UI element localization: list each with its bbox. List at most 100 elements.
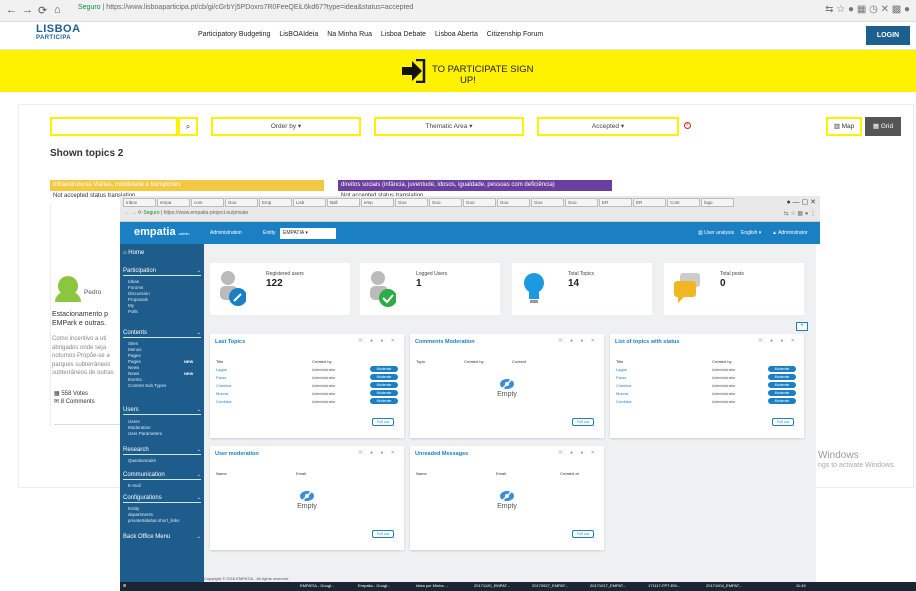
browser-tab[interactable]: empa [157, 198, 190, 207]
sidebar-item-events[interactable]: Events [128, 377, 142, 382]
sidebar-item-news-new[interactable]: News [128, 371, 139, 376]
moderate-button[interactable]: Moderate [768, 382, 796, 388]
panel-controls[interactable]: ⟳ ● ● ✕ [358, 450, 398, 456]
full-list-button[interactable]: Full List [572, 530, 594, 538]
chevron-down-icon[interactable]: ⌄ [197, 268, 201, 274]
topic-title[interactable]: Estacionamento p EMPark e outras. [52, 310, 122, 328]
chevron-down-icon[interactable]: ⌄ [197, 495, 201, 501]
moderate-button[interactable]: Moderate [370, 374, 398, 380]
full-list-button[interactable]: Full List [572, 418, 594, 426]
topic-link[interactable]: Faros [616, 375, 626, 380]
moderate-button[interactable]: Moderate [768, 398, 796, 404]
chevron-down-icon[interactable]: ⌄ [197, 330, 201, 336]
login-button[interactable]: LOGIN [866, 26, 910, 45]
browser-tab[interactable]: com [191, 198, 224, 207]
browser-tab[interactable]: Cont [667, 198, 700, 207]
extension-icons[interactable]: ⇆ ☆ ● ▦ ◷ ✕ ▩ ● [825, 4, 910, 15]
sidebar-item-news[interactable]: News [128, 365, 139, 370]
taskbar-item[interactable]: Empatia - Googl... [358, 583, 390, 588]
browser-tab[interactable]: Goo [531, 198, 564, 207]
topic-link[interactable]: Cordoba [616, 399, 631, 404]
browser-tab[interactable]: emp [361, 198, 394, 207]
sidebar-users[interactable]: Users [123, 407, 201, 415]
browser-tab[interactable]: Goo [463, 198, 496, 207]
taskbar-item[interactable]: 20171017_EMPAT... [590, 583, 626, 588]
browser-tab[interactable]: ER [599, 198, 632, 207]
sidebar-item-discussion[interactable]: Discussion [128, 291, 150, 296]
sidebar-item-pages[interactable]: Pages [128, 353, 141, 358]
reload-icon[interactable]: ⟳ [38, 4, 47, 17]
taskbar-item[interactable]: EMPATIA - Googl... [300, 583, 334, 588]
grid-view-button[interactable]: ▦ Grid [865, 117, 901, 136]
chevron-down-icon[interactable]: ⌄ [197, 407, 201, 413]
home-icon[interactable]: ⌂ [54, 4, 61, 16]
browser-tab[interactable]: Goo [395, 198, 428, 207]
card-category[interactable]: direitos sociais (infância, juventude, i… [338, 180, 612, 191]
browser-tab[interactable]: logo [701, 198, 734, 207]
browser-tab[interactable]: ER [633, 198, 666, 207]
moderate-button[interactable]: Moderate [370, 390, 398, 396]
full-list-button[interactable]: Full List [772, 418, 794, 426]
topic-link[interactable]: Murcia [616, 391, 628, 396]
sidebar-item-content-sub-types[interactable]: Content Sub Types [128, 383, 166, 388]
browser-tab[interactable]: Goo [429, 198, 462, 207]
moderate-button[interactable]: Moderate [370, 382, 398, 388]
sidebar-home[interactable]: ⌂ Home [123, 250, 201, 257]
taskbar-item[interactable]: 20170927_EMPAT... [532, 583, 568, 588]
moderate-button[interactable]: Moderate [768, 366, 796, 372]
sidebar-participation[interactable]: Participation [123, 268, 201, 276]
sidebar-item-questionnaire[interactable]: Questionnaire [128, 458, 156, 463]
sidebar-item-proposals[interactable]: Proposals [128, 297, 148, 302]
nav-participatory-budgeting[interactable]: Participatory Budgeting [198, 31, 270, 38]
topic-link[interactable]: Coimbra [616, 383, 631, 388]
add-widget-button[interactable]: + [796, 322, 808, 331]
empatia-logo[interactable]: empatia admin [134, 226, 190, 238]
full-list-button[interactable]: Full List [372, 418, 394, 426]
sidebar-item-sites[interactable]: Sites [128, 341, 138, 346]
language-select[interactable]: English ▾ [741, 230, 761, 236]
browser-tab[interactable]: Ball [327, 198, 360, 207]
panel-controls[interactable]: ⟳ ● ● ✕ [558, 338, 598, 344]
topic-link[interactable]: Faros [216, 375, 226, 380]
admin-user-menu[interactable]: ▲ Administrator [772, 230, 808, 236]
nav-lisboaideia[interactable]: LisBOAIdeia [279, 31, 318, 38]
moderate-button[interactable]: Moderate [768, 374, 796, 380]
sidebar-item-email[interactable]: E-mail [128, 483, 141, 488]
panel-controls[interactable]: ⟳ ● ● ✕ [758, 338, 798, 344]
sidebar-item-departments[interactable]: departments [128, 512, 153, 517]
sidebar-item-entity[interactable]: Entity [128, 506, 139, 511]
card-category[interactable]: Infraestruturas Viárias, mobilidade e tr… [50, 180, 324, 191]
sidebar-configurations[interactable]: Configurations [123, 495, 201, 503]
browser-tab[interactable]: Goo [565, 198, 598, 207]
topic-link[interactable]: Lagos [616, 367, 627, 372]
signup-banner[interactable]: TO PARTICIPATE SIGN UP! [0, 50, 916, 92]
browser-tab[interactable]: Goo [497, 198, 530, 207]
lisboa-logo[interactable]: LISBOA PARTICIPA [36, 24, 81, 43]
extension-icons[interactable]: ⇆ ☆ ▦ ● ⋮ [784, 210, 816, 217]
taskbar-item[interactable]: 20171004_EMPAT... [706, 583, 742, 588]
sidebar-item-forums[interactable]: Forums [128, 285, 143, 290]
moderate-button[interactable]: Moderate [768, 390, 796, 396]
nav-lisboa-aberta[interactable]: Lisboa Aberta [435, 31, 478, 38]
sidebar-item-user-parameters[interactable]: User Parameters [128, 431, 162, 436]
sidebar-item-moderation[interactable]: Moderation [128, 425, 151, 430]
sidebar-research[interactable]: Research [123, 447, 201, 455]
thematic-area-select[interactable]: Thematic Area ▾ [374, 117, 524, 136]
search-icon[interactable]: ⌕ [178, 117, 198, 136]
sidebar-item-polls[interactable]: Polls [128, 309, 138, 314]
forward-icon[interactable]: → [22, 4, 33, 16]
sidebar-item-ideas[interactable]: Ideas [128, 279, 139, 284]
chevron-down-icon[interactable]: ⌄ [197, 472, 201, 478]
full-list-button[interactable]: Full List [372, 530, 394, 538]
sidebar-communication[interactable]: Communication [123, 472, 201, 480]
order-by-select[interactable]: Order by ▾ [211, 117, 361, 136]
admin-menu[interactable]: Administration [210, 230, 242, 236]
topic-link[interactable]: Cordoba [216, 399, 231, 404]
sidebar-item-menus[interactable]: Menus [128, 347, 142, 352]
topic-link[interactable]: Murcia [216, 391, 228, 396]
window-controls[interactable]: ● — ▢ ✕ [786, 198, 816, 206]
chevron-down-icon[interactable]: ⌄ [197, 534, 201, 540]
nav-lisboa-debate[interactable]: Lisboa Debate [381, 31, 426, 38]
user-analysis-link[interactable]: ▥ User analysis [698, 230, 734, 236]
taskbar-item[interactable]: 20171120_EMPAT... [474, 583, 510, 588]
